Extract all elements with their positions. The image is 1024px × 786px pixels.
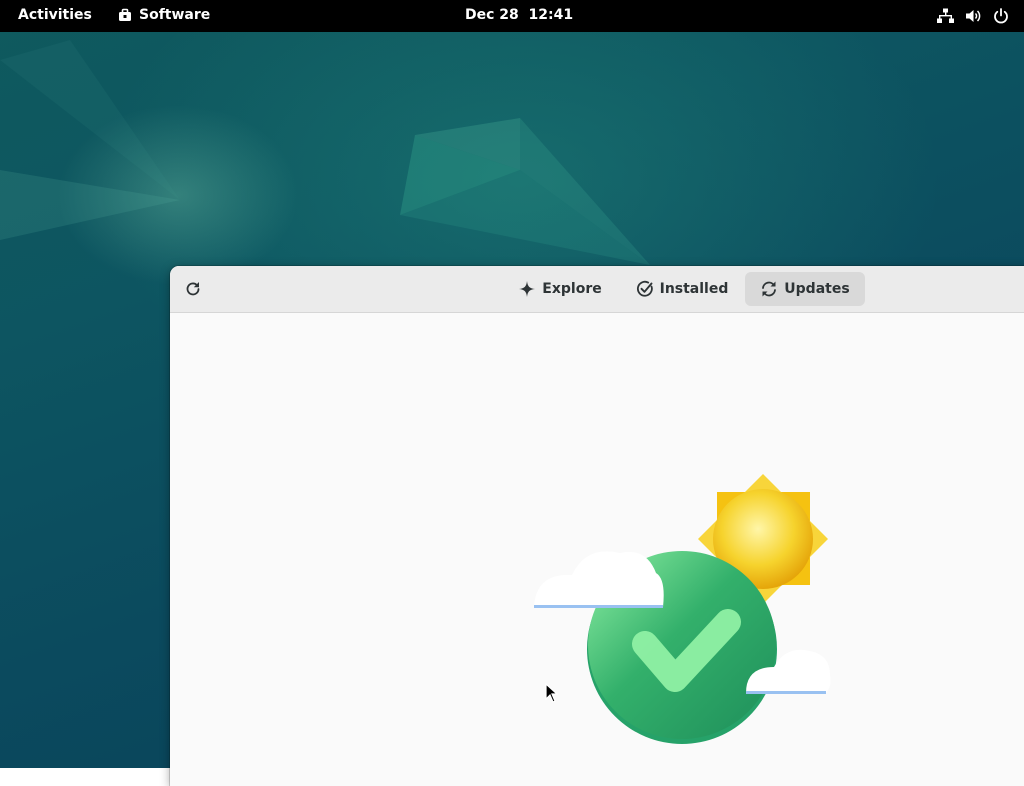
power-icon[interactable] xyxy=(993,8,1010,24)
tab-updates[interactable]: Updates xyxy=(745,272,865,306)
mouse-cursor-icon xyxy=(545,683,559,703)
software-bag-icon xyxy=(119,8,131,21)
app-menu[interactable]: Software xyxy=(118,7,210,23)
activities-button[interactable]: Activities xyxy=(18,7,92,23)
updates-icon xyxy=(762,281,777,297)
volume-icon[interactable] xyxy=(965,8,982,24)
tab-installed-label: Installed xyxy=(659,281,729,297)
header-bar: Explore Installed Updates xyxy=(170,266,1024,313)
cloud-icon xyxy=(534,551,664,608)
tab-updates-label: Updates xyxy=(784,281,850,297)
up-to-date-illustration xyxy=(534,474,831,744)
tab-explore-label: Explore xyxy=(542,281,602,297)
system-tray[interactable] xyxy=(937,8,1010,24)
refresh-icon xyxy=(186,282,200,296)
network-icon[interactable] xyxy=(937,8,954,24)
tab-installed[interactable]: Installed xyxy=(628,272,736,306)
explore-icon xyxy=(519,281,536,297)
top-bar: Activities Software Dec 28 12:41 xyxy=(0,0,1024,32)
installed-icon xyxy=(636,280,653,297)
refresh-button[interactable] xyxy=(180,275,206,303)
clock[interactable]: Dec 28 12:41 xyxy=(465,7,573,23)
tab-explore[interactable]: Explore xyxy=(510,272,610,306)
software-window: Explore Installed Updates xyxy=(170,266,1024,786)
app-menu-label: Software xyxy=(139,7,211,23)
